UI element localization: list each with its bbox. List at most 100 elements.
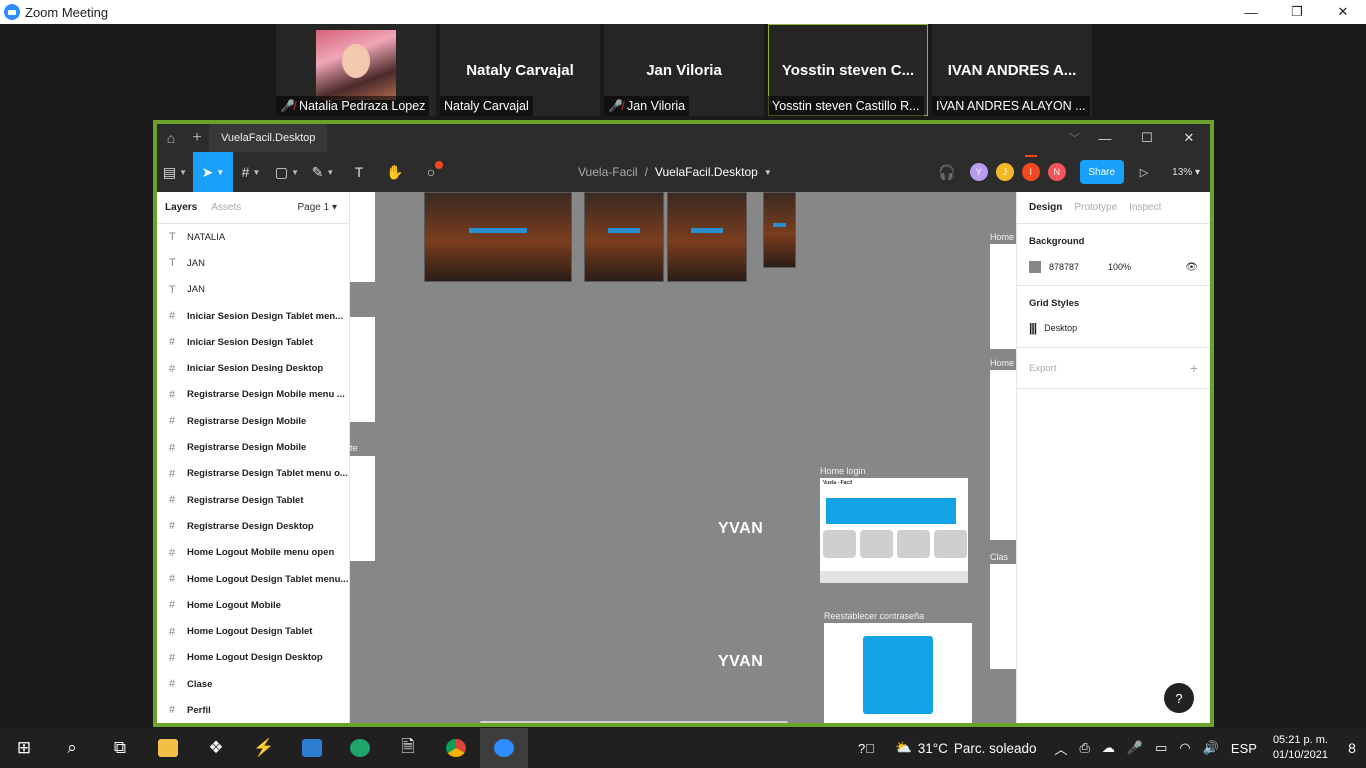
notifications-button[interactable]: 8 <box>1338 728 1366 768</box>
zoom-app-icon[interactable] <box>480 728 528 768</box>
main-menu-button[interactable]: ▤ ▼ <box>157 152 193 192</box>
participant-tile[interactable]: IVAN ANDRES A... IVAN ANDRES ALAYON ... <box>932 24 1092 116</box>
pen-tool-button[interactable]: ✎ ▼ <box>305 152 341 192</box>
clock[interactable]: 05:21 p. m. 01/10/2021 <box>1273 733 1328 763</box>
design-thumbnail[interactable] <box>584 192 664 282</box>
frame-label[interactable]: Home <box>990 232 1014 242</box>
layer-row[interactable]: # Registrarse Design Mobile <box>157 434 349 460</box>
design-thumbnail[interactable] <box>667 192 747 282</box>
eye-icon[interactable]: 👁 <box>1185 262 1198 273</box>
device-icon[interactable]: ⎙ <box>1080 740 1090 756</box>
minimize-button[interactable]: — <box>1228 0 1274 24</box>
frame-thumbnail[interactable] <box>990 564 1016 669</box>
search-icon[interactable]: ⌕ <box>48 728 96 768</box>
frame-thumbnail[interactable] <box>990 370 1016 540</box>
design-canvas[interactable]: te YVAN YVAN Home login Vuela - Facil Re… <box>350 192 1016 723</box>
layer-row[interactable]: # Home Logout Design Desktop <box>157 645 349 671</box>
frame-thumbnail[interactable] <box>350 456 375 561</box>
background-opacity-input[interactable]: 100% <box>1108 262 1131 272</box>
chevron-up-icon[interactable]: ︿ <box>1054 739 1067 758</box>
layer-row[interactable]: # Home Logout Mobile menu open <box>157 540 349 566</box>
task-view-icon[interactable]: ⧉ <box>96 728 144 768</box>
layer-row[interactable]: # Clase <box>157 671 349 697</box>
frame-thumbnail[interactable] <box>350 192 375 282</box>
windows-start-icon[interactable]: ⊞ <box>0 728 48 768</box>
background-hex-input[interactable]: 878787 <box>1049 262 1093 272</box>
reset-password-frame[interactable] <box>824 623 972 723</box>
layer-row[interactable]: # Registrarse Design Mobile <box>157 408 349 434</box>
layer-row[interactable]: # Iniciar Sesion Design Tablet men... <box>157 303 349 329</box>
collaborator-avatar[interactable]: Y <box>969 163 988 181</box>
text-tool-button[interactable]: T <box>341 152 377 192</box>
grid-style-row[interactable]: ||| Desktop <box>1029 321 1198 335</box>
new-tab-icon[interactable]: + <box>185 129 209 147</box>
breadcrumb-project[interactable]: Vuela-Facil <box>578 165 638 179</box>
collaborator-avatar[interactable]: N <box>1047 163 1066 181</box>
dropbox-icon[interactable]: ❖ <box>192 728 240 768</box>
color-swatch[interactable] <box>1029 261 1041 273</box>
canvas-text-yvan[interactable]: YVAN <box>718 520 763 538</box>
layer-row[interactable]: # Iniciar Sesion Desing Desktop <box>157 355 349 381</box>
layer-row[interactable]: # Perfil <box>157 697 349 723</box>
frame-tool-button[interactable]: # ▼ <box>233 152 269 192</box>
close-button[interactable]: ✕ <box>1168 124 1210 152</box>
tab-design[interactable]: Design <box>1029 202 1062 213</box>
design-thumbnail[interactable] <box>424 192 572 282</box>
layer-row[interactable]: # Registrarse Design Desktop <box>157 513 349 539</box>
comment-tool-button[interactable]: ○ <box>413 152 449 192</box>
frame-label[interactable]: Reestablecer contraseña <box>824 611 924 621</box>
volume-icon[interactable]: 🔊 <box>1203 740 1219 756</box>
participant-tile[interactable]: 🎤̸ Natalia Pedraza Lopez <box>276 24 436 116</box>
move-tool-button[interactable]: ➤ ▼ <box>193 152 233 192</box>
collaborator-avatar[interactable]: J <box>995 163 1014 181</box>
layer-row[interactable]: T JAN <box>157 277 349 303</box>
layer-row[interactable]: # Home Logout Design Tablet <box>157 618 349 644</box>
restore-button[interactable]: ❐ <box>1274 0 1320 24</box>
layer-row[interactable]: # Home Logout Design Tablet menu... <box>157 566 349 592</box>
hand-tool-button[interactable]: ✋ <box>377 152 413 192</box>
page-selector[interactable]: Page 1 ▾ <box>297 202 337 213</box>
chrome-icon[interactable] <box>432 728 480 768</box>
frame-thumbnail[interactable] <box>350 317 375 422</box>
shape-tool-button[interactable]: ▢ ▼ <box>269 152 305 192</box>
horizontal-scrollbar[interactable] <box>480 721 788 723</box>
zoom-level-dropdown[interactable]: 13% ▾ <box>1172 167 1200 178</box>
chevron-down-icon[interactable]: ﹀ <box>1069 130 1080 146</box>
frame-label[interactable]: Clas <box>990 552 1008 562</box>
app-bolt-icon[interactable]: ⚡ <box>240 728 288 768</box>
present-play-icon[interactable]: ▷ <box>1140 166 1148 179</box>
frame-label[interactable]: te <box>350 443 358 453</box>
layer-row[interactable]: T JAN <box>157 250 349 276</box>
tab-layers[interactable]: Layers <box>165 202 197 213</box>
chevron-down-icon[interactable]: ▼ <box>764 168 772 177</box>
microphone-icon[interactable]: 🎤 <box>1127 740 1143 756</box>
file-tab[interactable]: VuelaFacil.Desktop <box>209 124 328 152</box>
layer-row[interactable]: T NATALIA <box>157 224 349 250</box>
home-login-frame[interactable]: Vuela - Facil <box>820 478 968 583</box>
participant-tile-active-speaker[interactable]: Yosstin steven C... Yosstin steven Casti… <box>768 24 928 116</box>
tab-prototype[interactable]: Prototype <box>1074 202 1117 213</box>
weather-widget[interactable]: ⛅ 31°C Parc. soleado <box>895 740 1037 756</box>
participant-tile[interactable]: Nataly Carvajal Nataly Carvajal <box>440 24 600 116</box>
home-icon[interactable]: ⌂ <box>157 124 185 152</box>
close-button[interactable]: ✕ <box>1320 0 1366 24</box>
add-export-button[interactable]: + <box>1190 360 1198 376</box>
canvas-text-yvan[interactable]: YVAN <box>718 653 763 671</box>
battery-icon[interactable]: ▭ <box>1155 740 1167 756</box>
help-icon[interactable]: ?⃝ <box>858 741 875 756</box>
layer-row[interactable]: # Iniciar Sesion Design Tablet <box>157 329 349 355</box>
tab-inspect[interactable]: Inspect <box>1129 202 1161 213</box>
layer-row[interactable]: # Registrarse Design Mobile menu ... <box>157 382 349 408</box>
collaborator-avatar[interactable]: I <box>1021 155 1040 181</box>
headphones-icon[interactable]: 🎧 <box>938 164 955 181</box>
python-file-icon[interactable]: 🗎 <box>384 728 432 768</box>
frame-label[interactable]: Home <box>990 358 1014 368</box>
cloud-icon[interactable]: ☁ <box>1102 740 1115 756</box>
participant-tile[interactable]: Jan Viloria 🎤̸ Jan Viloria <box>604 24 764 116</box>
wifi-icon[interactable]: ◠ <box>1179 740 1190 756</box>
share-button[interactable]: Share <box>1079 160 1124 184</box>
tab-assets[interactable]: Assets <box>211 202 241 213</box>
layer-row[interactable]: # Registrarse Design Tablet <box>157 487 349 513</box>
layer-row[interactable]: # Home Logout Mobile <box>157 592 349 618</box>
minimize-button[interactable]: — <box>1084 124 1126 152</box>
